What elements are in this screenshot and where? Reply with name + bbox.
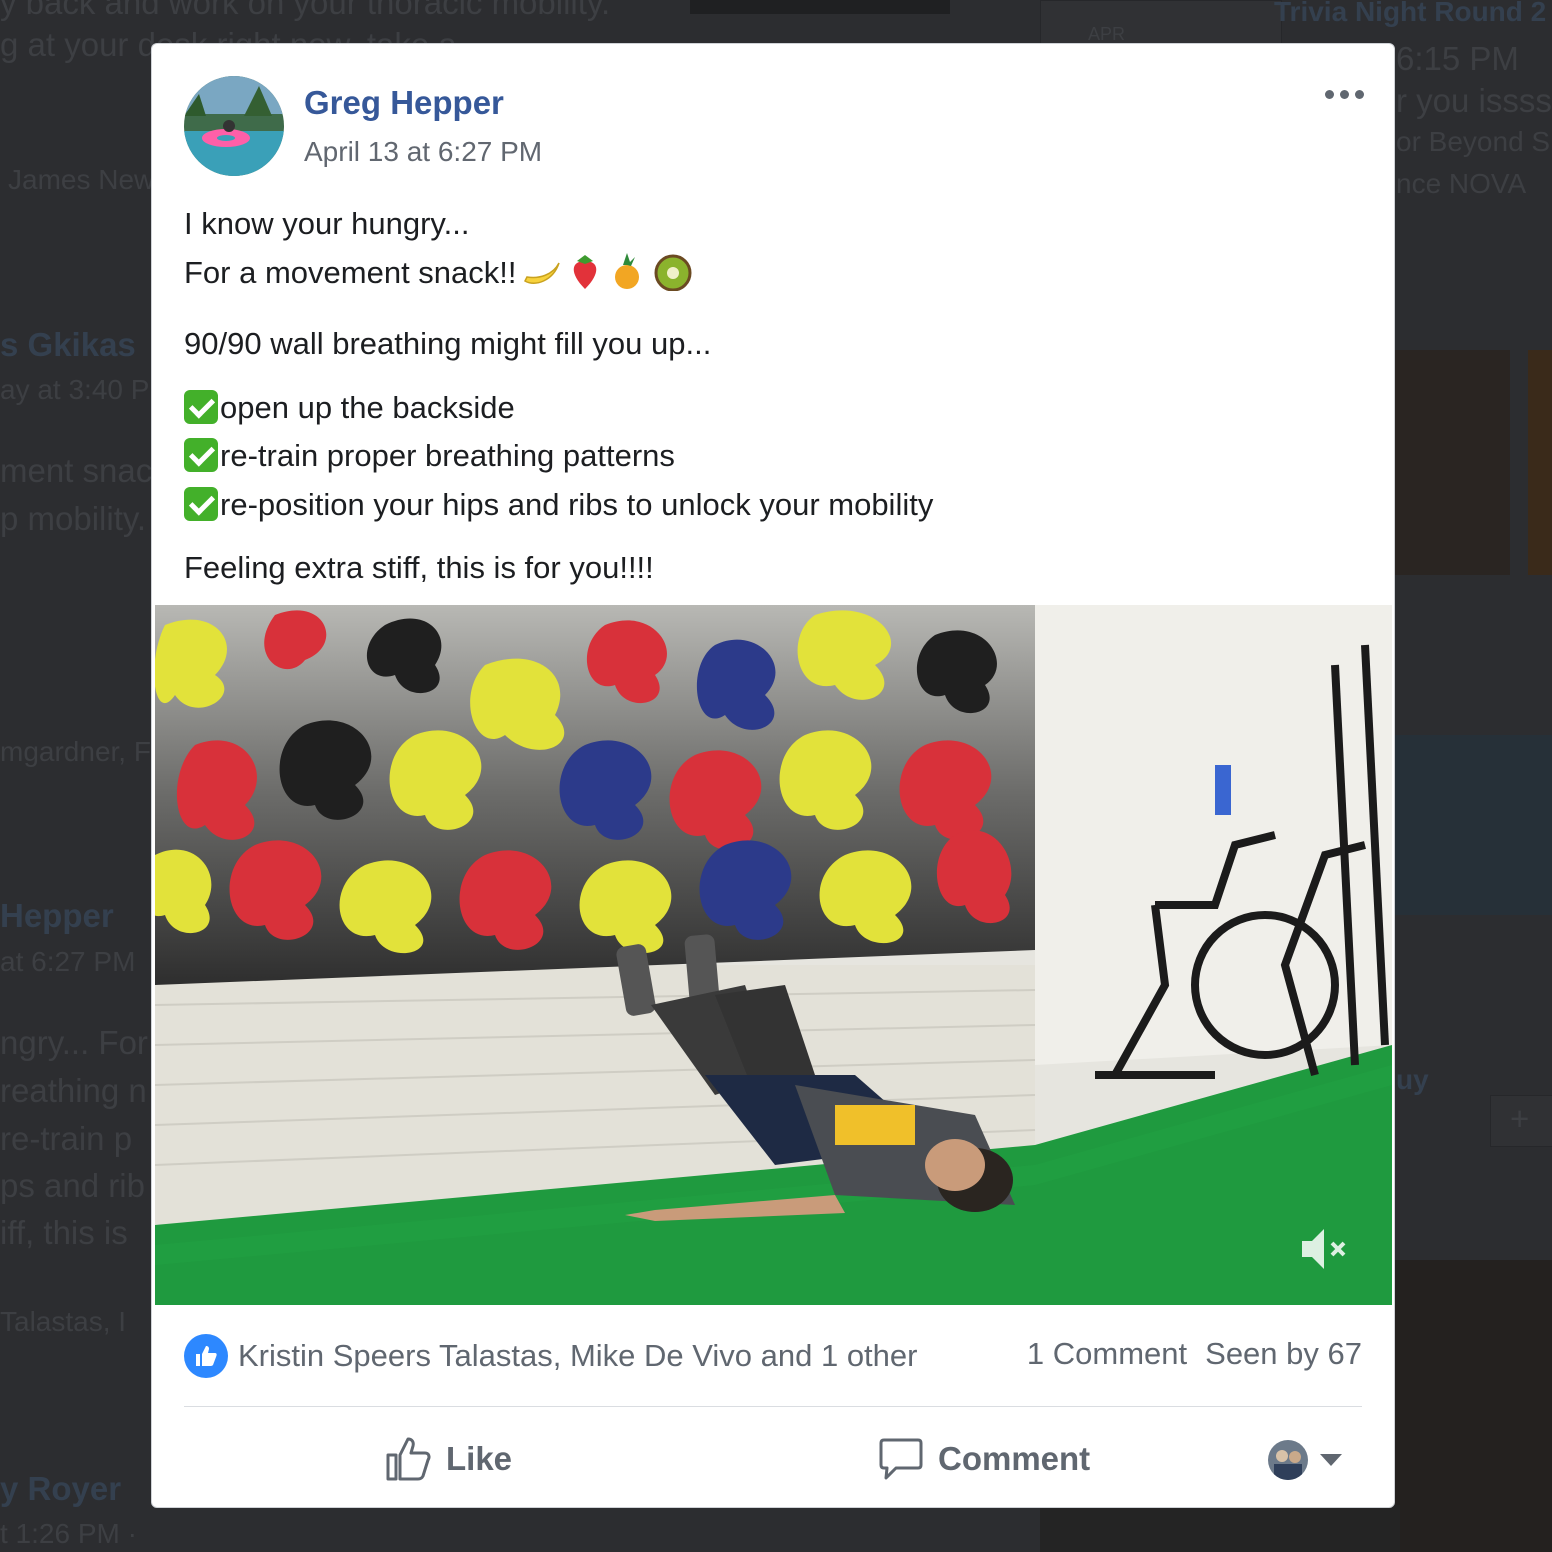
bg-text: James New — [8, 164, 155, 195]
bg-text: Hepper — [0, 897, 114, 934]
checklist: open up the backside re-train proper bre… — [184, 384, 1364, 530]
bg-text: 6:15 PM — [1396, 40, 1519, 77]
bg-event-thumbnail — [1040, 0, 1282, 46]
comment-count[interactable]: 1 Comment — [1027, 1336, 1187, 1372]
bg-text: reathing n — [0, 1072, 147, 1109]
fruit-emojis — [521, 251, 693, 306]
kiwi-icon — [654, 254, 692, 291]
video-frame — [155, 605, 1392, 1305]
like-label: Like — [446, 1440, 513, 1477]
pineapple-icon — [614, 252, 639, 289]
bg-text: s Gkikas — [0, 326, 136, 363]
checkmark-icon — [184, 486, 218, 521]
post-paragraph: Feeling extra stiff, this is for you!!!! — [184, 544, 1364, 593]
bg-text: re-train p — [0, 1120, 133, 1157]
checkmark-icon — [184, 438, 218, 472]
bg-text: at 6:27 PM — [0, 946, 136, 977]
bg-text: + — [1510, 1100, 1530, 1137]
bg-photo — [1395, 735, 1552, 915]
bg-text: or Beyond S — [1396, 126, 1551, 157]
post-paragraph: I know your hungry... For a movement sna… — [184, 200, 1364, 305]
post-actions: Like Comment — [152, 1424, 1394, 1494]
chevron-down-icon — [1320, 1454, 1342, 1466]
post-video[interactable] — [155, 605, 1392, 1305]
thumbs-up-icon — [386, 1437, 431, 1481]
post-paragraph: 90/90 wall breathing might fill you up..… — [184, 320, 1364, 369]
post-timestamp[interactable]: April 13 at 6:27 PM — [304, 136, 542, 168]
bg-text: y Royer — [0, 1470, 122, 1507]
bg-text: r you issss — [1396, 82, 1552, 119]
bg-text: ngry... For — [0, 1024, 148, 1061]
bg-text: Talastas, I — [0, 1306, 127, 1337]
post-line: I know your hungry... — [184, 206, 470, 241]
banana-icon — [523, 262, 560, 284]
post-line: For a movement snack!! — [184, 249, 1364, 306]
post-body: I know your hungry... For a movement sna… — [184, 200, 1364, 608]
bg-text: uy — [1396, 1064, 1429, 1095]
strawberry-icon — [573, 254, 596, 289]
reactor-names[interactable]: Kristin Speers Talastas, Mike De Vivo an… — [238, 1338, 917, 1374]
bg-text: ay at 3:40 P — [0, 374, 150, 405]
author-avatar[interactable] — [184, 76, 284, 176]
bg-text: p mobility. — [0, 500, 147, 537]
checklist-item: open up the backside — [184, 384, 1364, 433]
checkmark-icon — [184, 389, 218, 424]
bg-photo — [1528, 350, 1552, 575]
bg-text: ment snac — [0, 452, 153, 489]
volume-muted-icon[interactable] — [1298, 1223, 1350, 1275]
comment-button[interactable]: Comment — [878, 1424, 1090, 1494]
checklist-item-label: re-train proper breathing patterns — [220, 438, 675, 473]
bg-text: APR — [1088, 24, 1126, 44]
checklist-item-label: re-position your hips and ribs to unlock… — [220, 486, 934, 522]
post-line: 90/90 wall breathing might fill you up..… — [184, 326, 712, 361]
comment-label: Comment — [938, 1440, 1091, 1477]
bg-text: mgardner, F — [0, 736, 151, 767]
bg-text: y back and work on your thoracic mobilit… — [0, 0, 611, 21]
reactions-summary[interactable]: Kristin Speers Talastas, Mike De Vivo an… — [184, 1334, 917, 1378]
post-as-selector[interactable] — [1268, 1440, 1342, 1480]
bg-image-strip — [690, 0, 950, 14]
author-name[interactable]: Greg Hepper — [304, 84, 504, 122]
avatar-image — [184, 76, 284, 176]
bg-photo — [1395, 1260, 1552, 1552]
checklist-item: re-train proper breathing patterns — [184, 432, 1364, 481]
bg-text: iff, this is — [0, 1214, 128, 1251]
checklist-item-label: open up the backside — [220, 389, 515, 425]
bg-text: t 1:26 PM · — [0, 1518, 137, 1549]
bg-text: nce NOVA — [1396, 168, 1527, 199]
divider — [184, 1406, 1362, 1407]
post-line-text: For a movement snack!! — [184, 254, 517, 290]
more-horizontal-icon[interactable] — [1320, 82, 1368, 106]
seen-count[interactable]: Seen by 67 — [1205, 1336, 1362, 1372]
bg-text: Trivia Night Round 2 — [1274, 0, 1547, 27]
comment-icon — [879, 1438, 923, 1480]
post-card: Greg Hepper April 13 at 6:27 PM I know y… — [151, 43, 1395, 1508]
post-stats: 1 Comment Seen by 67 — [1027, 1336, 1362, 1372]
checklist-item: re-position your hips and ribs to unlock… — [184, 481, 1364, 530]
like-reaction-icon — [184, 1334, 228, 1378]
user-avatar — [1268, 1440, 1308, 1480]
post-line: Feeling extra stiff, this is for you!!!! — [184, 550, 654, 585]
bg-text: ps and rib — [0, 1167, 145, 1204]
like-button[interactable]: Like — [384, 1424, 512, 1494]
bg-photo — [1040, 1505, 1400, 1552]
bg-photo — [1395, 350, 1510, 575]
